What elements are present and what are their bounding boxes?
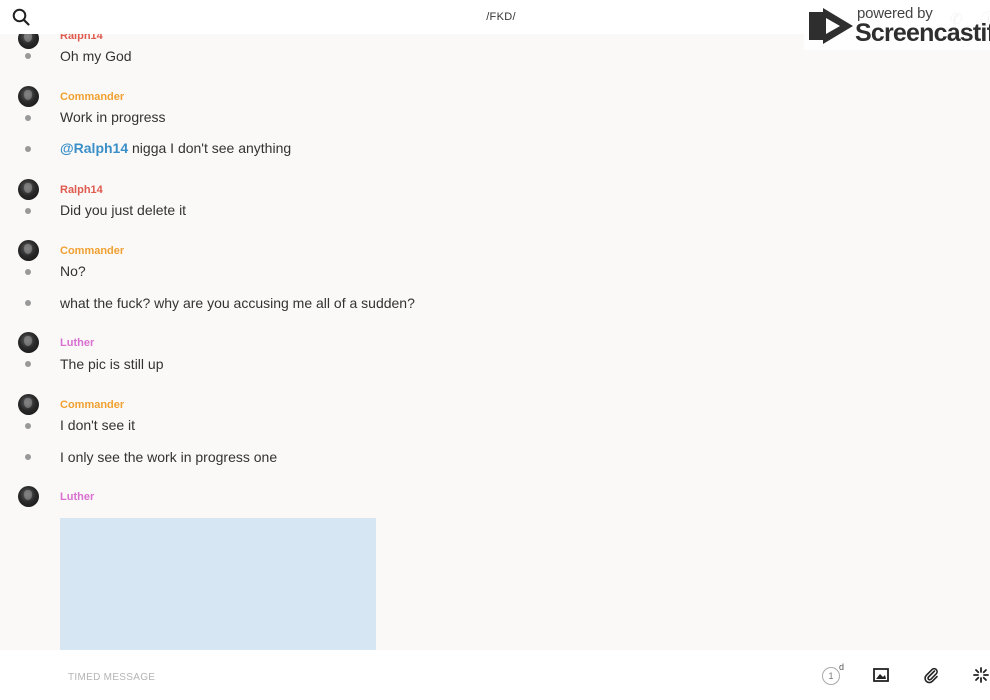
message-bullet [25,53,31,59]
message-composer: 1 d [0,650,990,700]
user-mention[interactable]: @Ralph14 [60,140,128,156]
avatar[interactable] [18,486,39,507]
message-text: The pic is still up [60,356,164,372]
avatar[interactable] [18,332,39,353]
message-bullet [25,269,31,275]
message-text: I don't see it [60,417,136,433]
message-text-body: nigga I don't see anything [132,140,292,156]
paperclip-icon[interactable] [922,666,940,684]
message-text: I only see the work in progress one [60,449,278,465]
username[interactable]: Commander [60,399,124,411]
sparkle-icon[interactable] [972,666,990,684]
timer-button[interactable]: 1 d [822,662,845,687]
chat-app: Ralph14 Oh my God Commander Work in prog… [0,0,990,700]
username[interactable]: Ralph14 [60,184,103,196]
avatar[interactable] [18,86,39,107]
message-text: Work in progress [60,109,166,125]
username[interactable]: Commander [60,91,124,103]
avatar[interactable] [18,240,39,261]
message-list: Ralph14 Oh my God Commander Work in prog… [0,0,990,650]
screencastify-watermark: powered by Screencastify [804,0,990,50]
message-bullet [25,115,31,121]
image-icon[interactable] [872,666,890,684]
timer-value: 1 [822,667,840,685]
watermark-brand: Screencastify [855,19,990,47]
message-bullet [25,300,31,306]
message-bullet [25,146,31,152]
message-bullet [25,454,31,460]
username[interactable]: Luther [60,337,94,349]
timed-message-input[interactable] [66,667,770,687]
image-attachment[interactable] [60,518,376,650]
username[interactable]: Luther [60,491,94,503]
message-bullet [25,361,31,367]
message-text: No? [60,263,86,279]
message-text: what the fuck? why are you accusing me a… [60,295,415,311]
avatar[interactable] [18,179,39,200]
message-text: Did you just delete it [60,202,187,218]
timer-unit: d [839,662,845,672]
username[interactable]: Commander [60,245,124,257]
message-text: @Ralph14 nigga I don't see anything [60,140,291,156]
message-text: Oh my God [60,48,132,64]
avatar[interactable] [18,394,39,415]
screencastify-logo [809,8,853,44]
message-bullet [25,423,31,429]
message-bullet [25,208,31,214]
